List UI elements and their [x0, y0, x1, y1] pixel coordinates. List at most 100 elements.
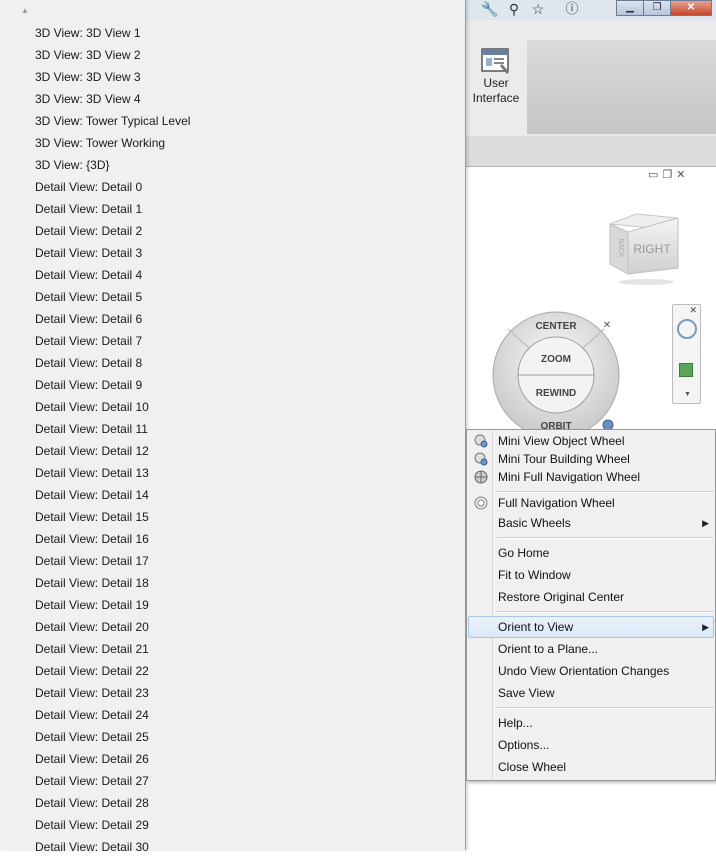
- navbar-close-icon[interactable]: ✕: [689, 305, 697, 316]
- view-list-item[interactable]: Detail View: Detail 12: [0, 440, 465, 462]
- menu-separator: [497, 707, 713, 709]
- view-list-item[interactable]: Detail View: Detail 15: [0, 506, 465, 528]
- binoculars-icon[interactable]: ⚲: [504, 0, 524, 18]
- view-list-item[interactable]: Detail View: Detail 5: [0, 286, 465, 308]
- menu-item-label: Orient to View: [498, 620, 574, 634]
- maximize-button[interactable]: ❐: [643, 0, 671, 16]
- view-list-item[interactable]: Detail View: Detail 11: [0, 418, 465, 440]
- menu-item-label: Restore Original Center: [498, 590, 625, 604]
- view-list-item[interactable]: 3D View: Tower Typical Level: [0, 110, 465, 132]
- menu-item-undo-view-orientation-changes[interactable]: Undo View Orientation Changes: [469, 661, 713, 681]
- wheel-close-icon[interactable]: ✕: [603, 320, 611, 331]
- menu-item-close-wheel[interactable]: Close Wheel: [469, 757, 713, 777]
- view-list-item[interactable]: Detail View: Detail 10: [0, 396, 465, 418]
- view-list-item[interactable]: 3D View: {3D}: [0, 154, 465, 176]
- view-tab-strip: [466, 136, 716, 167]
- menu-item-mini-full-navigation-wheel[interactable]: Mini Full Navigation Wheel: [469, 467, 713, 487]
- viewcube[interactable]: RIGHT BACK: [606, 206, 686, 288]
- mini-steering-wheel[interactable]: CENTER ZOOM REWIND ORBIT ✕: [492, 311, 622, 435]
- ribbon-background: [527, 40, 716, 134]
- view-list-item[interactable]: 3D View: 3D View 4: [0, 88, 465, 110]
- navbar-dropdown-icon[interactable]: ▼: [684, 391, 691, 398]
- user-interface-button[interactable]: User Interface: [468, 44, 524, 116]
- user-interface-icon: [481, 48, 509, 74]
- view-list-item[interactable]: Detail View: Detail 18: [0, 572, 465, 594]
- menu-item-go-home[interactable]: Go Home: [469, 543, 713, 563]
- menu-item-label: Basic Wheels: [498, 516, 571, 530]
- menu-item-fit-to-window[interactable]: Fit to Window: [469, 565, 713, 585]
- menu-item-mini-tour-building-wheel[interactable]: Mini Tour Building Wheel: [469, 449, 713, 469]
- wrench-icon[interactable]: 🔧: [480, 0, 500, 18]
- window-controls: ▁ ❐ ✕: [616, 0, 712, 16]
- steering-wheel-icon[interactable]: [677, 319, 697, 339]
- view-list-item[interactable]: Detail View: Detail 9: [0, 374, 465, 396]
- viewcube-side-label: BACK: [617, 238, 624, 257]
- view-list-item[interactable]: Detail View: Detail 29: [0, 814, 465, 836]
- view-list-item[interactable]: Detail View: Detail 27: [0, 770, 465, 792]
- menu-item-help[interactable]: Help...: [469, 713, 713, 733]
- view-list-item[interactable]: 3D View: Tower Working: [0, 132, 465, 154]
- navigation-bar: ✕ ▼: [672, 304, 701, 404]
- view-list-item[interactable]: Detail View: Detail 6: [0, 308, 465, 330]
- view-list-item[interactable]: Detail View: Detail 19: [0, 594, 465, 616]
- menu-item-orient-to-view[interactable]: Orient to View ▶: [468, 616, 714, 638]
- view-list-item[interactable]: Detail View: Detail 4: [0, 264, 465, 286]
- menu-item-label: Go Home: [498, 546, 550, 560]
- submenu-arrow-icon: ▶: [702, 622, 709, 632]
- view-list-item[interactable]: Detail View: Detail 3: [0, 242, 465, 264]
- view-list-item[interactable]: Detail View: Detail 17: [0, 550, 465, 572]
- star-icon[interactable]: ☆: [528, 0, 548, 18]
- minimize-button[interactable]: ▁: [616, 0, 644, 16]
- menu-item-label: Save View: [498, 686, 555, 700]
- mini-tour-building-wheel-icon: [474, 452, 488, 466]
- menu-item-label: Help...: [498, 716, 533, 730]
- close-window-button[interactable]: ✕: [670, 0, 712, 16]
- view-list-item[interactable]: Detail View: Detail 8: [0, 352, 465, 374]
- menu-item-orient-to-a-plane[interactable]: Orient to a Plane...: [469, 639, 713, 659]
- view-list-item[interactable]: Detail View: Detail 24: [0, 704, 465, 726]
- help-icon[interactable]: ⓘ: [562, 0, 582, 18]
- menu-item-restore-original-center[interactable]: Restore Original Center: [469, 587, 713, 607]
- menu-item-mini-view-object-wheel[interactable]: Mini View Object Wheel: [469, 431, 713, 451]
- title-bar: ▼ 🔧 ⚲ ☆ ⓘ ▁ ❐ ✕: [440, 0, 716, 20]
- user-interface-label-2: Interface: [472, 91, 520, 105]
- menu-item-full-navigation-wheel[interactable]: Full Navigation Wheel: [469, 493, 713, 513]
- view-list-item[interactable]: Detail View: Detail 28: [0, 792, 465, 814]
- menu-item-save-view[interactable]: Save View: [469, 683, 713, 703]
- view-list: 3D View: 3D View 1 3D View: 3D View 2 3D V…: [0, 22, 465, 858]
- steering-wheel-context-menu: Mini View Object Wheel Mini Tour Buildin…: [466, 429, 716, 781]
- view-list-item[interactable]: Detail View: Detail 25: [0, 726, 465, 748]
- view-list-dropdown: ▲ 3D View: 3D View 1 3D View: 3D View 2 3D…: [0, 0, 466, 854]
- submenu-arrow-icon: ▶: [702, 518, 709, 528]
- wheel-zoom-label[interactable]: ZOOM: [541, 354, 571, 365]
- menu-item-label: Options...: [498, 738, 550, 752]
- wheel-center-label[interactable]: CENTER: [535, 321, 577, 332]
- view-list-item[interactable]: Detail View: Detail 13: [0, 462, 465, 484]
- menu-item-label: Fit to Window: [498, 568, 571, 582]
- view-list-item[interactable]: Detail View: Detail 23: [0, 682, 465, 704]
- view-list-item[interactable]: Detail View: Detail 0: [0, 176, 465, 198]
- view-list-item[interactable]: Detail View: Detail 7: [0, 330, 465, 352]
- mini-view-object-wheel-icon: [474, 434, 488, 448]
- view-list-item[interactable]: Detail View: Detail 30: [0, 836, 465, 858]
- view-list-item[interactable]: Detail View: Detail 16: [0, 528, 465, 550]
- view-list-item[interactable]: Detail View: Detail 1: [0, 198, 465, 220]
- menu-item-options[interactable]: Options...: [469, 735, 713, 755]
- view-window-controls[interactable]: ▭❐✕: [648, 168, 689, 181]
- view-list-item[interactable]: Detail View: Detail 21: [0, 638, 465, 660]
- view-list-item[interactable]: 3D View: 3D View 2: [0, 44, 465, 66]
- menu-separator: [497, 611, 713, 613]
- full-navigation-wheel-icon: [474, 496, 488, 510]
- menu-separator: [497, 537, 713, 539]
- view-list-item[interactable]: Detail View: Detail 14: [0, 484, 465, 506]
- view-list-item[interactable]: 3D View: 3D View 3: [0, 66, 465, 88]
- view-list-item[interactable]: Detail View: Detail 20: [0, 616, 465, 638]
- view-list-item[interactable]: 3D View: 3D View 1: [0, 22, 465, 44]
- view-list-item[interactable]: Detail View: Detail 2: [0, 220, 465, 242]
- view-list-item[interactable]: Detail View: Detail 26: [0, 748, 465, 770]
- scroll-up-icon[interactable]: ▲: [18, 5, 32, 17]
- view-list-item[interactable]: Detail View: Detail 22: [0, 660, 465, 682]
- zoom-region-icon[interactable]: [679, 363, 693, 377]
- menu-item-basic-wheels[interactable]: Basic Wheels ▶: [469, 513, 713, 533]
- wheel-rewind-label[interactable]: REWIND: [536, 388, 577, 399]
